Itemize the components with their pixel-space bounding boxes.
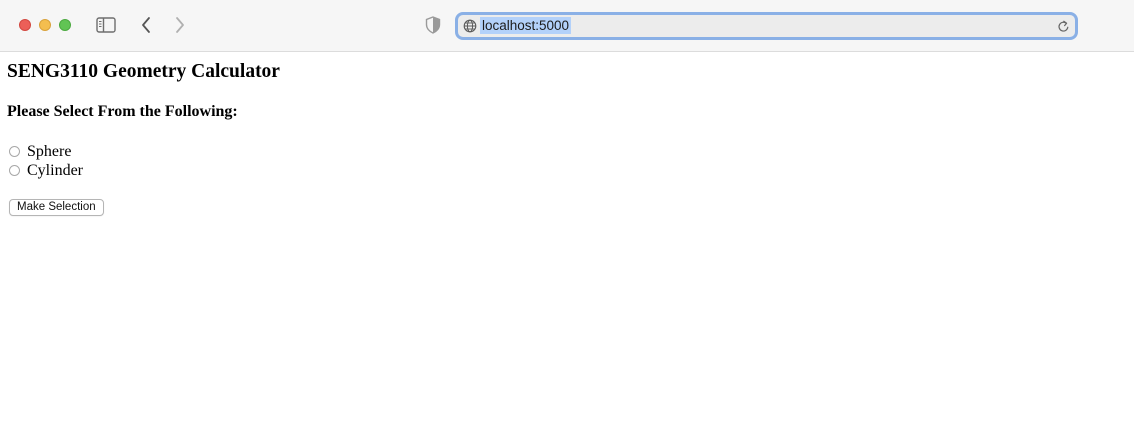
sidebar-toggle-button[interactable] [95,16,117,34]
sphere-radio[interactable] [9,146,20,157]
cylinder-radio[interactable] [9,165,20,176]
url-text[interactable]: localhost:5000 [480,17,572,34]
close-window-button[interactable] [19,19,31,31]
address-bar[interactable]: localhost:5000 [455,12,1078,40]
page-title: SENG3110 Geometry Calculator [7,61,280,82]
minimize-window-button[interactable] [39,19,51,31]
privacy-report-button[interactable] [424,15,442,35]
back-button[interactable] [137,15,155,35]
forward-button[interactable] [171,15,189,35]
reload-icon[interactable] [1057,20,1070,33]
browser-toolbar: localhost:5000 [0,0,1134,52]
sidebar-icon [96,17,116,33]
chevron-left-icon [142,17,150,33]
chevron-right-icon [176,17,184,33]
sphere-label[interactable]: Sphere [27,143,71,161]
option-cylinder[interactable]: Cylinder [7,161,83,180]
cylinder-label[interactable]: Cylinder [27,162,83,180]
make-selection-button[interactable]: Make Selection [9,199,104,216]
shield-icon [425,16,441,34]
option-sphere[interactable]: Sphere [7,142,71,161]
selection-prompt: Please Select From the Following: [7,103,238,120]
zoom-window-button[interactable] [59,19,71,31]
globe-icon [463,19,477,33]
